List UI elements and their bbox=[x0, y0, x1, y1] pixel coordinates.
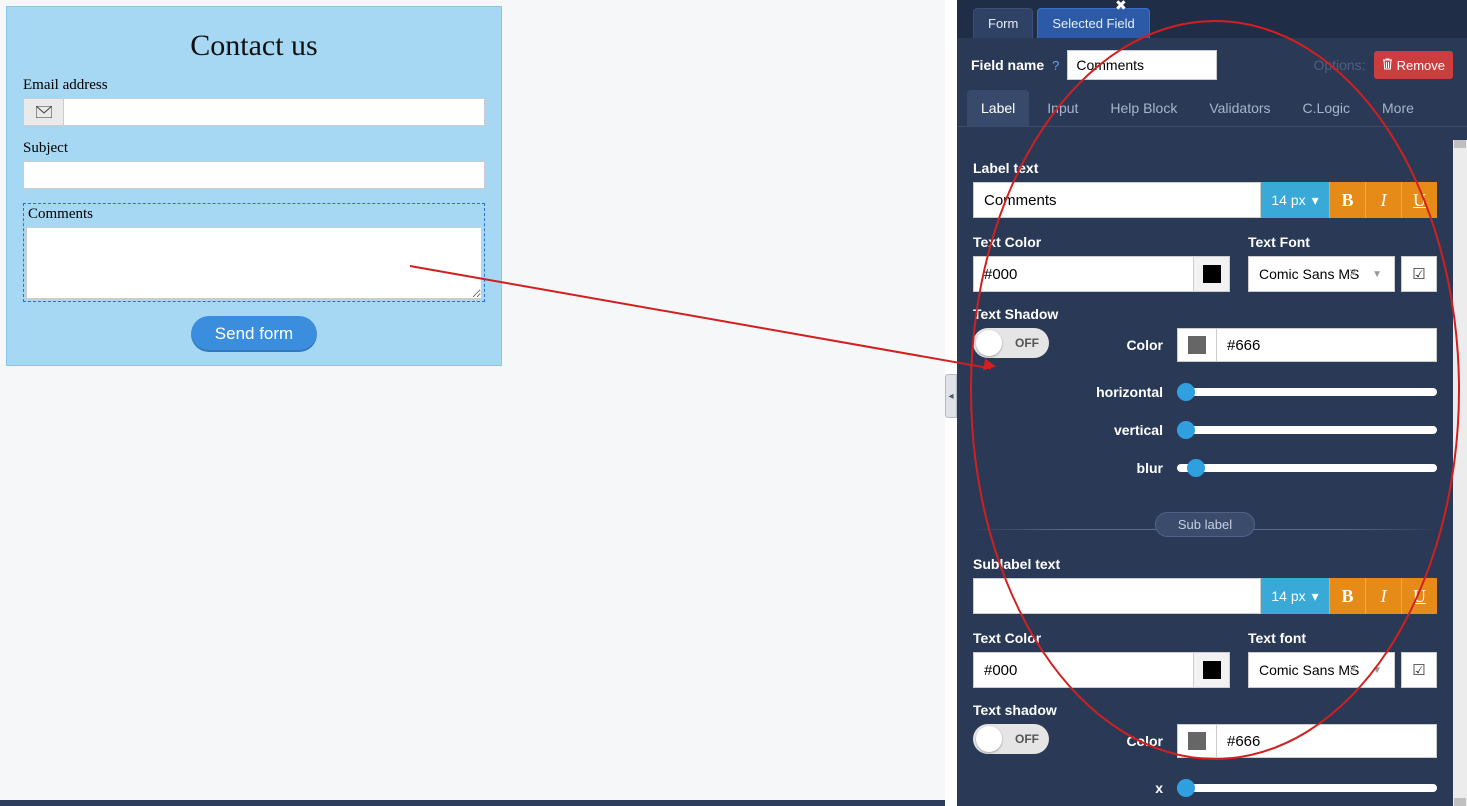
label-text-heading: Label text bbox=[973, 160, 1437, 176]
sub-text-font-select[interactable]: Comic Sans MS × ▼ bbox=[1248, 652, 1395, 688]
text-font-select[interactable]: Comic Sans MS × ▼ bbox=[1248, 256, 1395, 292]
subtab-clogic[interactable]: C.Logic bbox=[1289, 90, 1364, 126]
panel-body[interactable]: Label text 14 px ▾ B I U Text Color Text … bbox=[957, 140, 1453, 806]
sub-shadow-color-label: Color bbox=[1083, 733, 1163, 749]
scroll-down-icon[interactable] bbox=[1454, 798, 1466, 806]
caret-down-icon: ▼ bbox=[1372, 665, 1382, 676]
italic-button[interactable]: I bbox=[1365, 182, 1401, 218]
subtab-help-block[interactable]: Help Block bbox=[1096, 90, 1191, 126]
sublabel-size-value: 14 px bbox=[1271, 588, 1305, 604]
comments-field-selected[interactable]: Comments bbox=[23, 203, 485, 302]
clear-icon[interactable]: × bbox=[1349, 265, 1358, 283]
text-color-heading: Text Color bbox=[973, 234, 1230, 250]
options-label: Options: bbox=[1313, 57, 1365, 73]
shadow-color-swatch[interactable] bbox=[1177, 328, 1217, 362]
shadow-color-input[interactable] bbox=[1217, 328, 1437, 362]
caret-down-icon: ▾ bbox=[1312, 192, 1319, 209]
trash-icon bbox=[1382, 58, 1393, 73]
subtab-input[interactable]: Input bbox=[1033, 90, 1092, 126]
close-icon[interactable]: ✖ bbox=[1115, 0, 1127, 14]
shadow-blur-slider[interactable] bbox=[1177, 464, 1437, 472]
shadow-vertical-slider[interactable] bbox=[1177, 426, 1437, 434]
field-name-label: Field name bbox=[971, 57, 1044, 73]
sub-bold-button[interactable]: B bbox=[1329, 578, 1365, 614]
form-title: Contact us bbox=[23, 29, 485, 63]
sub-text-font-value: Comic Sans MS bbox=[1259, 662, 1359, 678]
text-color-swatch[interactable] bbox=[1194, 256, 1230, 292]
shadow-horizontal-slider[interactable] bbox=[1177, 388, 1437, 396]
subtab-label[interactable]: Label bbox=[967, 90, 1029, 126]
shadow-blur-label: blur bbox=[1083, 460, 1163, 476]
form-preview-area: Contact us Email address Subject Comment… bbox=[0, 0, 945, 806]
email-input-row bbox=[23, 98, 485, 126]
text-font-value: Comic Sans MS bbox=[1259, 266, 1359, 282]
sub-text-color-swatch[interactable] bbox=[1194, 652, 1230, 688]
sub-text-color-input[interactable] bbox=[973, 652, 1194, 688]
sub-italic-button[interactable]: I bbox=[1365, 578, 1401, 614]
label-text-input[interactable] bbox=[973, 182, 1261, 218]
sub-shadow-color-swatch[interactable] bbox=[1177, 724, 1217, 758]
shadow-color-label: Color bbox=[1083, 337, 1163, 353]
sub-shadow-x-slider[interactable] bbox=[1177, 784, 1437, 792]
sublabel-text-input[interactable] bbox=[973, 578, 1261, 614]
caret-down-icon: ▾ bbox=[1312, 588, 1319, 605]
sub-font-apply-button[interactable]: ☑ bbox=[1401, 652, 1437, 688]
properties-panel: ◂ ✖ Form Selected Field Field name ? Opt… bbox=[957, 0, 1467, 806]
sublabel-divider: Sub label bbox=[973, 516, 1437, 542]
contact-form-card: Contact us Email address Subject Comment… bbox=[6, 6, 502, 366]
sublabel-text-heading: Sublabel text bbox=[973, 556, 1437, 572]
label-text-row: 14 px ▾ B I U bbox=[973, 182, 1437, 218]
email-label: Email address bbox=[23, 77, 485, 94]
sublabel-divider-text: Sub label bbox=[1155, 512, 1255, 537]
font-apply-button[interactable]: ☑ bbox=[1401, 256, 1437, 292]
text-font-heading: Text Font bbox=[1248, 234, 1437, 250]
field-subtabs: Label Input Help Block Validators C.Logi… bbox=[957, 90, 1467, 127]
subtab-more[interactable]: More bbox=[1368, 90, 1428, 126]
email-icon bbox=[23, 98, 63, 126]
sub-text-shadow-toggle[interactable]: OFF bbox=[973, 724, 1049, 754]
sub-text-font-heading: Text font bbox=[1248, 630, 1437, 646]
label-size-dropdown[interactable]: 14 px ▾ bbox=[1261, 182, 1329, 218]
sublabel-size-dropdown[interactable]: 14 px ▾ bbox=[1261, 578, 1329, 614]
field-name-row: Field name ? Options: Remove bbox=[957, 38, 1467, 90]
sub-toggle-off-label: OFF bbox=[1015, 732, 1039, 746]
sub-shadow-color-input[interactable] bbox=[1217, 724, 1437, 758]
subtab-validators[interactable]: Validators bbox=[1195, 90, 1284, 126]
submit-button[interactable]: Send form bbox=[191, 316, 317, 352]
subject-field[interactable] bbox=[23, 161, 485, 189]
tab-form[interactable]: Form bbox=[973, 8, 1033, 38]
sub-text-color-heading: Text Color bbox=[973, 630, 1230, 646]
scroll-up-icon[interactable] bbox=[1454, 140, 1466, 148]
panel-collapse-handle[interactable]: ◂ bbox=[945, 374, 957, 418]
clear-icon[interactable]: × bbox=[1349, 661, 1358, 679]
shadow-vertical-label: vertical bbox=[1083, 422, 1163, 438]
remove-button[interactable]: Remove bbox=[1374, 51, 1453, 79]
label-size-value: 14 px bbox=[1271, 192, 1305, 208]
comments-textarea[interactable] bbox=[26, 227, 482, 299]
bold-button[interactable]: B bbox=[1329, 182, 1365, 218]
text-shadow-toggle[interactable]: OFF bbox=[973, 328, 1049, 358]
text-shadow-heading: Text Shadow bbox=[973, 306, 1437, 322]
caret-down-icon: ▼ bbox=[1372, 269, 1382, 280]
toggle-off-label: OFF bbox=[1015, 336, 1039, 350]
sub-shadow-x-label: x bbox=[1083, 780, 1163, 796]
sub-underline-button[interactable]: U bbox=[1401, 578, 1437, 614]
shadow-horizontal-label: horizontal bbox=[1083, 384, 1163, 400]
sublabel-text-row: 14 px ▾ B I U bbox=[973, 578, 1437, 614]
submit-row: Send form bbox=[23, 316, 485, 352]
comments-label: Comments bbox=[24, 204, 484, 223]
remove-button-label: Remove bbox=[1397, 58, 1445, 73]
panel-scrollbar[interactable] bbox=[1453, 140, 1467, 806]
underline-button[interactable]: U bbox=[1401, 182, 1437, 218]
sub-text-shadow-heading: Text shadow bbox=[973, 702, 1437, 718]
panel-top-tabs: Form Selected Field bbox=[957, 0, 1467, 38]
bottom-bar bbox=[0, 800, 945, 806]
email-field[interactable] bbox=[63, 98, 485, 126]
tab-selected-field[interactable]: Selected Field bbox=[1037, 8, 1149, 38]
help-icon[interactable]: ? bbox=[1052, 58, 1059, 73]
text-color-input[interactable] bbox=[973, 256, 1194, 292]
field-name-input[interactable] bbox=[1067, 50, 1217, 80]
subject-label: Subject bbox=[23, 140, 485, 157]
